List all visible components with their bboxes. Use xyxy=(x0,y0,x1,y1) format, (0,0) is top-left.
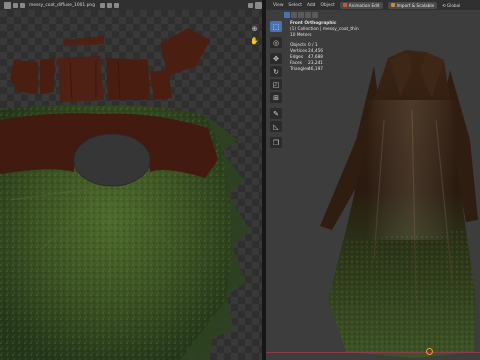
measure-icon[interactable]: ◺ xyxy=(270,121,282,132)
import-dropdown[interactable]: Import & Scalable xyxy=(387,1,438,9)
mode-icon xyxy=(342,3,347,7)
mode-dropdown[interactable]: Animation Edit xyxy=(339,1,383,9)
image-editor: messy_coat_diffuse_1001.png ⊕ ✋ xyxy=(0,0,262,360)
transform-icon[interactable]: ⊞ xyxy=(270,92,282,103)
viewport-mode-bar xyxy=(266,10,480,19)
select-mode-intersect-icon[interactable] xyxy=(312,11,318,18)
3d-cursor-icon[interactable] xyxy=(426,348,433,355)
view-menu-icon[interactable] xyxy=(13,2,18,8)
select-mode-new-icon[interactable] xyxy=(284,11,290,18)
duplicate-icon[interactable] xyxy=(106,2,112,8)
rotate-icon[interactable]: ↻ xyxy=(270,66,282,77)
import-label: Import & Scalable xyxy=(396,2,435,8)
image-menu-icon[interactable] xyxy=(20,2,25,8)
menu-view[interactable]: View xyxy=(273,3,283,8)
3d-viewport[interactable]: View Select Add Object Animation Edit Im… xyxy=(266,0,480,360)
scale-icon[interactable]: ◰ xyxy=(270,79,282,90)
select-box-icon[interactable]: ⬚ xyxy=(270,21,282,32)
menu-select[interactable]: Select xyxy=(288,3,302,8)
annotate-icon[interactable]: ✎ xyxy=(270,108,282,119)
image-editor-header: messy_coat_diffuse_1001.png xyxy=(0,0,262,10)
display-channels-icon[interactable] xyxy=(255,1,262,9)
image-filename[interactable]: messy_coat_diffuse_1001.png xyxy=(29,3,95,8)
image-editor-icon[interactable] xyxy=(4,1,11,9)
select-mode-invert-icon[interactable] xyxy=(305,11,311,18)
folder-icon[interactable] xyxy=(99,2,105,8)
zoom-icon[interactable]: ⊕ xyxy=(250,24,259,33)
add-cube-icon[interactable]: ❐ xyxy=(270,137,282,148)
hand-icon[interactable]: ✋ xyxy=(250,36,259,45)
uv-texture-image xyxy=(0,28,250,360)
viewport-info-overlay: Front Orthographic (1) Collection | mess… xyxy=(290,21,359,73)
viewport-toolbar: ⬚ ◎ ✥ ↻ ◰ ⊞ ✎ ◺ ❐ xyxy=(270,21,283,148)
menu-add[interactable]: Add xyxy=(307,3,316,8)
floor-axis-line xyxy=(266,352,480,353)
import-icon xyxy=(390,3,395,7)
transform-orientation-dropdown[interactable]: ⟲ Global xyxy=(442,3,460,8)
transform-label: Global xyxy=(446,2,461,8)
stat-triangles: Triangles 46,197 xyxy=(290,67,324,72)
select-mode-extend-icon[interactable] xyxy=(291,11,297,18)
viewport-header: View Select Add Object Animation Edit Im… xyxy=(266,0,480,10)
select-mode-subtract-icon[interactable] xyxy=(298,11,304,18)
cursor-icon[interactable]: ◎ xyxy=(270,37,282,48)
menu-object[interactable]: Object xyxy=(320,3,334,8)
move-icon[interactable]: ✥ xyxy=(270,53,282,64)
pin-icon[interactable] xyxy=(248,2,253,8)
mode-label: Animation Edit xyxy=(348,2,380,8)
texture-canvas[interactable] xyxy=(0,10,262,360)
close-icon[interactable] xyxy=(113,2,119,8)
